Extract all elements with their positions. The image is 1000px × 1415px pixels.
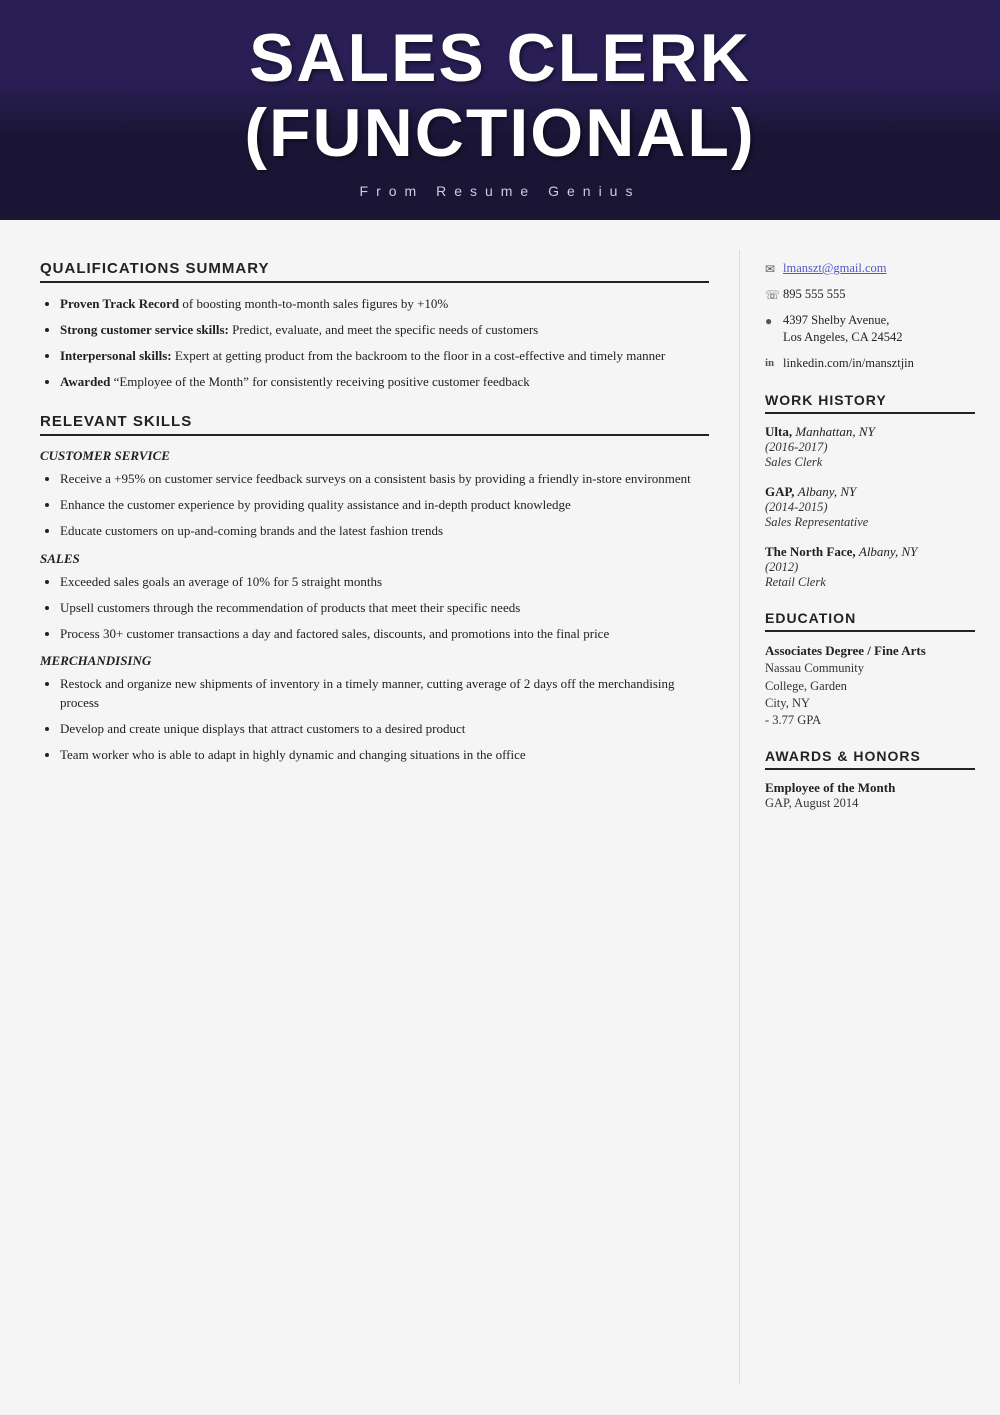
merch-list: Restock and organize new shipments of in…	[40, 675, 709, 764]
job-role-2: Sales Representative	[765, 515, 975, 530]
qual-text-3: Expert at getting product from the backr…	[175, 348, 665, 363]
email-link[interactable]: lmanszt@gmail.com	[783, 260, 887, 278]
main-content: QUALIFICATIONS SUMMARY Proven Track Reco…	[0, 220, 1000, 1415]
education-title: EDUCATION	[765, 610, 975, 632]
job-dates-2: (2014-2015)	[765, 500, 975, 515]
location-icon: ●	[765, 313, 783, 330]
linkedin-icon: in	[765, 356, 783, 371]
skills-section: RELEVANT SKILLS CUSTOMER SERVICE Receive…	[40, 413, 709, 764]
job-entry-gap: GAP, Albany, NY (2014-2015) Sales Repres…	[765, 484, 975, 530]
left-column: QUALIFICATIONS SUMMARY Proven Track Reco…	[0, 250, 740, 1385]
list-item: Enhance the customer experience by provi…	[60, 496, 709, 515]
address-item: ● 4397 Shelby Avenue, Los Angeles, CA 24…	[765, 312, 975, 347]
awards-section: AWARDS & HONORS Employee of the Month GA…	[765, 748, 975, 811]
right-column: ✉ lmanszt@gmail.com ☏ 895 555 555 ● 4397…	[740, 250, 1000, 1385]
job-entry-northface: The North Face, Albany, NY (2012) Retail…	[765, 544, 975, 590]
skills-title: RELEVANT SKILLS	[40, 413, 709, 436]
list-item: Process 30+ customer transactions a day …	[60, 625, 709, 644]
email-icon: ✉	[765, 261, 783, 278]
qual-text-1: of boosting month-to-month sales figures…	[182, 296, 448, 311]
list-item: Strong customer service skills: Predict,…	[60, 321, 709, 340]
qualifications-section: QUALIFICATIONS SUMMARY Proven Track Reco…	[40, 260, 709, 391]
list-item: Interpersonal skills: Expert at getting …	[60, 347, 709, 366]
list-item: Exceeded sales goals an average of 10% f…	[60, 573, 709, 592]
list-item: Team worker who is able to adapt in high…	[60, 746, 709, 765]
qual-text-4: “Employee of the Month” for consistently…	[114, 374, 530, 389]
award-title-1: Employee of the Month	[765, 780, 975, 796]
sales-list: Exceeded sales goals an average of 10% f…	[40, 573, 709, 644]
education-section: EDUCATION Associates Degree / Fine Arts …	[765, 610, 975, 728]
list-item: Restock and organize new shipments of in…	[60, 675, 709, 713]
resume-title: SALES CLERK (FUNCTIONAL)	[0, 21, 1000, 171]
list-item: Awarded “Employee of the Month” for cons…	[60, 373, 709, 392]
skill-category-sales: SALES	[40, 551, 709, 567]
phone-item: ☏ 895 555 555	[765, 286, 975, 304]
email-item: ✉ lmanszt@gmail.com	[765, 260, 975, 278]
header-content: SALES CLERK (FUNCTIONAL) From Resume Gen…	[0, 21, 1000, 199]
skill-category-merch: MERCHANDISING	[40, 653, 709, 669]
edu-school: Nassau Community College, Garden City, N…	[765, 660, 975, 713]
resume-header: SALES CLERK (FUNCTIONAL) From Resume Gen…	[0, 0, 1000, 220]
list-item: Proven Track Record of boosting month-to…	[60, 295, 709, 314]
cs-list: Receive a +95% on customer service feedb…	[40, 470, 709, 541]
job-company-2: GAP, Albany, NY	[765, 484, 975, 500]
work-history-title: WORK HISTORY	[765, 392, 975, 414]
list-item: Develop and create unique displays that …	[60, 720, 709, 739]
address-text: 4397 Shelby Avenue, Los Angeles, CA 2454…	[783, 312, 902, 347]
skill-category-cs: CUSTOMER SERVICE	[40, 448, 709, 464]
qual-bold-2: Strong customer service skills:	[60, 322, 229, 337]
phone-icon: ☏	[765, 287, 783, 304]
edu-gpa: - 3.77 GPA	[765, 713, 975, 728]
job-role-3: Retail Clerk	[765, 575, 975, 590]
job-company-1: Ulta, Manhattan, NY	[765, 424, 975, 440]
qual-text-2: Predict, evaluate, and meet the specific…	[232, 322, 538, 337]
job-role-1: Sales Clerk	[765, 455, 975, 470]
qual-bold-4: Awarded	[60, 374, 110, 389]
work-history-section: WORK HISTORY Ulta, Manhattan, NY (2016-2…	[765, 392, 975, 590]
resume-subtitle: From Resume Genius	[0, 183, 1000, 199]
list-item: Educate customers on up-and-coming brand…	[60, 522, 709, 541]
qualifications-title: QUALIFICATIONS SUMMARY	[40, 260, 709, 283]
qualifications-list: Proven Track Record of boosting month-to…	[40, 295, 709, 391]
award-detail-1: GAP, August 2014	[765, 796, 975, 811]
phone-text: 895 555 555	[783, 286, 846, 304]
awards-title: AWARDS & HONORS	[765, 748, 975, 770]
qual-bold-3: Interpersonal skills:	[60, 348, 172, 363]
contact-section: ✉ lmanszt@gmail.com ☏ 895 555 555 ● 4397…	[765, 260, 975, 372]
edu-degree: Associates Degree / Fine Arts	[765, 642, 975, 660]
job-dates-1: (2016-2017)	[765, 440, 975, 455]
linkedin-item: in linkedin.com/in/mansztjin	[765, 355, 975, 373]
list-item: Receive a +95% on customer service feedb…	[60, 470, 709, 489]
job-entry-ulta: Ulta, Manhattan, NY (2016-2017) Sales Cl…	[765, 424, 975, 470]
list-item: Upsell customers through the recommendat…	[60, 599, 709, 618]
job-dates-3: (2012)	[765, 560, 975, 575]
job-company-3: The North Face, Albany, NY	[765, 544, 975, 560]
qual-bold-1: Proven Track Record	[60, 296, 179, 311]
linkedin-text: linkedin.com/in/mansztjin	[783, 355, 914, 373]
